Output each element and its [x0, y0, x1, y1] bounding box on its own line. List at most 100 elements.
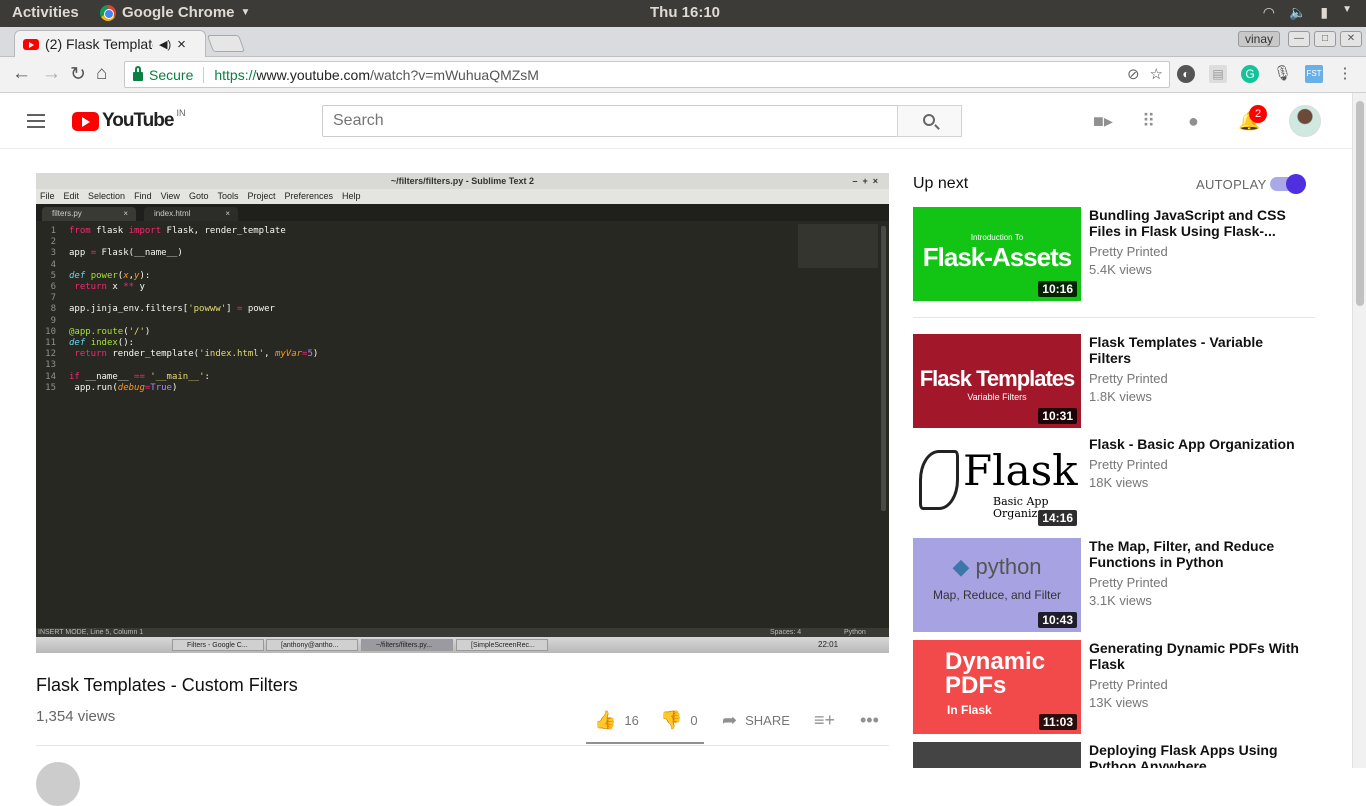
view-count: 3.1K views: [1089, 593, 1152, 608]
dislike-button[interactable]: 👎 0: [660, 710, 698, 731]
reload-icon[interactable]: ↻: [70, 63, 86, 86]
editor-tabs: filters.py × index.html ×: [36, 204, 889, 221]
account-avatar[interactable]: [1289, 105, 1321, 137]
back-icon[interactable]: ←: [12, 63, 31, 85]
create-video-icon[interactable]: ■▸: [1093, 111, 1113, 132]
apps-grid-icon[interactable]: ⠿: [1142, 111, 1155, 132]
close-tab-icon[interactable]: ×: [177, 36, 186, 53]
youtube-logo[interactable]: YouTube IN: [72, 108, 185, 132]
video-thumbnail[interactable]: Flask Basic App Organiz 14:16: [913, 436, 1081, 530]
chevron-down-icon[interactable]: ▼: [1342, 4, 1352, 21]
dislike-count: 0: [690, 713, 698, 728]
up-next-item[interactable]: Deploying Flask Apps Using Python Anywhe…: [913, 742, 1313, 768]
channel-name[interactable]: Pretty Printed: [1089, 457, 1168, 472]
volume-icon[interactable]: 🔈: [1289, 4, 1306, 21]
up-next-item[interactable]: ◆ python Map, Reduce, and Filter 10:43 T…: [913, 538, 1313, 632]
editor-tab: filters.py ×: [42, 207, 136, 221]
thumbs-down-icon: 👎: [660, 710, 683, 730]
secure-indicator[interactable]: Secure: [133, 66, 193, 83]
video-taskbar: Filters - Google C... [anthony@antho... …: [36, 637, 889, 653]
python-logo-icon: ◆: [952, 554, 970, 579]
view-count: 1,354 views: [36, 708, 116, 725]
more-actions-button[interactable]: •••: [860, 710, 879, 731]
extension-icon[interactable]: ▤: [1209, 65, 1227, 83]
speaker-icon[interactable]: ◀): [159, 38, 171, 51]
profile-button[interactable]: vinay: [1237, 31, 1280, 47]
editor-scrollbar: [881, 226, 886, 511]
play-logo-icon: [72, 111, 99, 131]
autoplay-toggle[interactable]: [1270, 174, 1306, 194]
more-icon: •••: [860, 710, 879, 730]
share-button[interactable]: ➦ SHARE: [722, 710, 790, 731]
up-next-item[interactable]: Flask Basic App Organiz 14:16 Flask - Ba…: [913, 436, 1313, 530]
up-next-item[interactable]: Introduction To Flask-Assets 10:16 Bundl…: [913, 207, 1313, 301]
grammarly-icon[interactable]: G: [1241, 65, 1259, 83]
share-label: SHARE: [745, 713, 790, 728]
new-tab-button[interactable]: [206, 35, 246, 52]
share-arrow-icon: ➦: [722, 710, 738, 730]
home-icon[interactable]: ⌂: [96, 63, 107, 85]
duration-badge: 10:43: [1038, 612, 1077, 628]
divider: [203, 66, 205, 83]
menu-icon[interactable]: ⋮: [1336, 65, 1354, 83]
video-title[interactable]: The Map, Filter, and Reduce Functions in…: [1089, 538, 1299, 570]
editor-tab: index.html ×: [144, 207, 238, 221]
channel-name[interactable]: Pretty Printed: [1089, 244, 1168, 259]
extension-icon[interactable]: ◐: [1177, 65, 1195, 83]
search-button[interactable]: [897, 105, 962, 137]
browser-tab[interactable]: (2) Flask Templates - Custom Filters ◀) …: [14, 30, 206, 57]
video-thumbnail[interactable]: ◆ python Map, Reduce, and Filter 10:43: [913, 538, 1081, 632]
add-to-playlist-button[interactable]: ≡+: [814, 710, 835, 731]
extension-icon[interactable]: FST: [1305, 65, 1323, 83]
video-player[interactable]: ~/filters/filters.py - Sublime Text 2 –+…: [36, 173, 889, 653]
system-top-bar: Activities Google Chrome ▼ Thu 16:10 ◠ 🔈…: [0, 0, 1366, 27]
editor-status-bar: INSERT MODE, Line 5, Column 1 Spaces: 4 …: [36, 628, 889, 637]
omnibox-actions: ⊘ ☆: [1127, 65, 1163, 83]
code-content: 1 from flask import Flask, render_templat…: [45, 226, 319, 393]
channel-avatar[interactable]: [36, 762, 80, 806]
up-next-item[interactable]: Dynamic PDFs In Flask 11:03 Generating D…: [913, 640, 1313, 734]
video-title[interactable]: Bundling JavaScript and CSS Files in Fla…: [1089, 207, 1299, 239]
view-count: 13K views: [1089, 695, 1149, 710]
wifi-icon[interactable]: ◠: [1263, 4, 1275, 21]
video-title[interactable]: Generating Dynamic PDFs With Flask: [1089, 640, 1299, 672]
battery-icon[interactable]: ▮: [1320, 4, 1328, 21]
channel-name[interactable]: Pretty Printed: [1089, 575, 1168, 590]
autoplay-label: AUTOPLAY: [1196, 177, 1267, 192]
maximize-button[interactable]: □: [1314, 31, 1336, 47]
bookmark-star-icon[interactable]: ☆: [1150, 65, 1163, 83]
up-next-item[interactable]: Flask Templates Variable Filters 10:31 F…: [913, 334, 1313, 428]
video-thumbnail[interactable]: [913, 742, 1081, 768]
forward-icon[interactable]: →: [42, 63, 61, 85]
clock[interactable]: Thu 16:10: [650, 4, 720, 21]
up-next-heading: Up next: [913, 175, 969, 192]
microphone-icon[interactable]: 🎙: [1273, 65, 1292, 83]
address-bar[interactable]: Secure https://www.youtube.com/watch?v=m…: [124, 61, 1170, 88]
page-scrollbar[interactable]: [1352, 93, 1366, 768]
hamburger-menu-icon[interactable]: [27, 114, 45, 132]
video-title[interactable]: Flask - Basic App Organization: [1089, 436, 1299, 452]
minimize-button[interactable]: —: [1288, 31, 1310, 47]
like-button[interactable]: 👍 16: [594, 710, 639, 731]
browser-toolbar: ← → ↻ ⌂ Secure https://www.youtube.com/w…: [0, 57, 1366, 93]
system-tray[interactable]: ◠ 🔈 ▮ ▼: [1263, 4, 1352, 21]
divider: [913, 317, 1315, 318]
messages-icon[interactable]: ●: [1188, 111, 1199, 132]
video-title[interactable]: Flask Templates - Variable Filters: [1089, 334, 1299, 366]
like-ratio-bar: [586, 742, 704, 744]
search-input[interactable]: [322, 105, 898, 137]
scrollbar-thumb[interactable]: [1356, 101, 1364, 306]
channel-name[interactable]: Pretty Printed: [1089, 677, 1168, 692]
video-thumbnail[interactable]: Introduction To Flask-Assets 10:16: [913, 207, 1081, 301]
url-text: https://www.youtube.com/watch?v=mWuhuaQM…: [214, 66, 539, 83]
video-thumbnail[interactable]: Dynamic PDFs In Flask 11:03: [913, 640, 1081, 734]
channel-name[interactable]: Pretty Printed: [1089, 371, 1168, 386]
video-title: Flask Templates - Custom Filters: [36, 675, 298, 695]
video-thumbnail[interactable]: Flask Templates Variable Filters 10:31: [913, 334, 1081, 428]
blocked-icon[interactable]: ⊘: [1127, 65, 1140, 83]
video-title[interactable]: Deploying Flask Apps Using Python Anywhe…: [1089, 742, 1299, 768]
editor-minimap: [798, 224, 878, 268]
close-window-button[interactable]: ✕: [1340, 31, 1362, 47]
activities-button[interactable]: Activities: [12, 4, 79, 21]
app-menu[interactable]: Google Chrome ▼: [100, 4, 250, 21]
